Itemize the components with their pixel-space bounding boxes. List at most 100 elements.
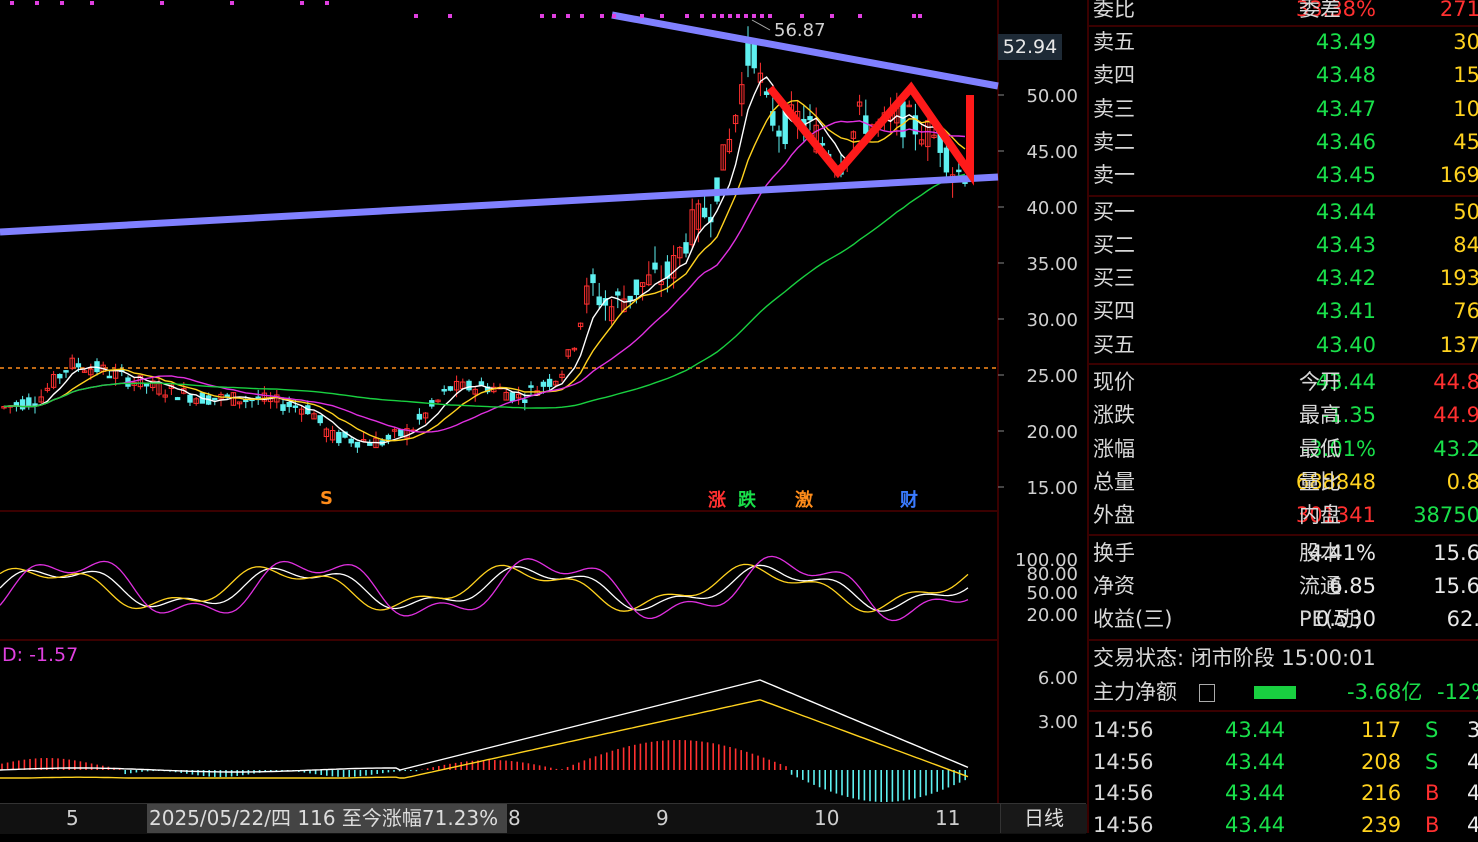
ask-level-row[interactable]: 卖四 43.48 15 xyxy=(1089,59,1478,92)
signal-dot xyxy=(752,14,756,18)
event-badge[interactable]: 涨 xyxy=(708,486,726,512)
event-badge[interactable]: 激 xyxy=(795,486,813,512)
stat-row-label: 涨幅 xyxy=(1093,436,1135,461)
main-flow-row[interactable]: 主力净额 -3.68亿 -12% xyxy=(1089,676,1478,709)
tick-price: 43.44 xyxy=(1225,749,1286,774)
tick-time: 14:56 xyxy=(1093,812,1154,837)
price-axis-label: 50.00 xyxy=(1026,86,1078,107)
macd-indicator xyxy=(0,679,969,802)
candle-body xyxy=(683,242,689,254)
tick-time: 14:56 xyxy=(1093,718,1154,743)
trade-status: 交易状态: 闭市阶段 15:00:01 xyxy=(1089,642,1478,675)
bid-volume: 84 xyxy=(1453,232,1478,257)
signal-dot xyxy=(912,14,916,18)
candle-body xyxy=(143,383,150,387)
bid-price: 43.40 xyxy=(1315,332,1376,357)
ask-volume: 169 xyxy=(1439,163,1478,188)
stat-row-label2: 内盘 xyxy=(1299,503,1341,528)
bid-level-row[interactable]: 买一 43.44 50 xyxy=(1089,196,1478,229)
signal-dot xyxy=(640,14,644,18)
signal-dot xyxy=(35,1,39,5)
candle-body xyxy=(701,207,708,218)
candle-body xyxy=(540,381,547,387)
price-axis-label: 45.00 xyxy=(1026,142,1078,163)
signal-dot xyxy=(160,1,164,5)
event-badge[interactable]: S xyxy=(320,488,333,509)
stat-row-value2: 38750 xyxy=(1413,503,1478,528)
price-axis-label: 20.00 xyxy=(1026,422,1078,443)
bid-label: 买一 xyxy=(1093,199,1135,224)
candle-body xyxy=(466,380,472,391)
tick-count: 3 xyxy=(1467,718,1478,743)
bid-label: 买二 xyxy=(1093,232,1135,257)
fundamental-row-label: 收益(三) xyxy=(1093,607,1173,632)
kdj-axis: 100.0080.0050.0020.00 xyxy=(1015,550,1078,626)
time-tick: 9 xyxy=(656,806,669,830)
bid-level-row[interactable]: 买二 43.43 84 xyxy=(1089,229,1478,262)
ask-price: 43.45 xyxy=(1315,163,1376,188)
fundamental-row-label2: PE(动) xyxy=(1299,607,1363,632)
candle-body xyxy=(75,363,82,368)
candle-body xyxy=(745,41,751,66)
period-selector[interactable]: 日线 xyxy=(1000,804,1087,833)
list-icon[interactable] xyxy=(1199,684,1215,703)
tick-volume: 208 xyxy=(1361,749,1402,774)
event-badge[interactable]: 财 xyxy=(900,486,918,512)
tick-time: 14:56 xyxy=(1093,781,1154,806)
bid-label: 买五 xyxy=(1093,332,1135,357)
tick-count: 4 xyxy=(1467,749,1478,774)
candle-body xyxy=(528,385,534,388)
ask-level-row[interactable]: 卖二 43.46 45 xyxy=(1089,126,1478,159)
stat-row-value2: 0.8 xyxy=(1446,469,1478,494)
price-axis: 50.00 45.00 40.00 35.00 30.00 25.00 20.00 15.00 xyxy=(998,86,1078,499)
tick-time: 14:56 xyxy=(1093,749,1154,774)
candle-body xyxy=(807,116,813,121)
stat-row: 总量 688848 量比 0.8 xyxy=(1089,466,1478,499)
kline-chart[interactable]: 56.87 50.00 45.00 40.00 35.00 30.00 25.00 20.0… xyxy=(0,0,1087,834)
tick-side: S xyxy=(1425,718,1439,743)
fundamental-row: 净资 6.85 流通 15.6 xyxy=(1089,570,1478,603)
tick-volume: 216 xyxy=(1361,781,1402,806)
candle-body xyxy=(348,438,354,444)
candle-body xyxy=(596,296,602,306)
kline-chart-canvas[interactable]: 56.87 50.00 45.00 40.00 35.00 30.00 25.00 20.0… xyxy=(0,0,1086,833)
ask-label: 卖三 xyxy=(1093,96,1135,121)
stat-row-label: 涨跌 xyxy=(1093,403,1135,428)
ask-level-row[interactable]: 卖一 43.45 169 xyxy=(1089,159,1478,192)
bid-volume: 193 xyxy=(1439,266,1478,291)
fundamental-row-label2: 股本 xyxy=(1299,540,1341,565)
ask-label: 卖二 xyxy=(1093,129,1135,154)
fundamental-row-value2: 62. xyxy=(1446,607,1478,632)
candle-body xyxy=(317,415,323,424)
tick-side: S xyxy=(1425,749,1439,774)
stat-row: 现价 43.44 今开 44.8 xyxy=(1089,366,1478,399)
ask-price: 43.46 xyxy=(1315,129,1376,154)
macd-dif-line xyxy=(0,679,969,773)
fundamental-row-label: 净资 xyxy=(1093,573,1135,598)
time-tick: 10 xyxy=(814,806,840,830)
bid-level-row[interactable]: 买三 43.42 193 xyxy=(1089,262,1478,295)
ask-level-row[interactable]: 卖三 43.47 10 xyxy=(1089,93,1478,126)
ask-level-row[interactable]: 卖五 43.49 30 xyxy=(1089,26,1478,59)
bid-volume: 76 xyxy=(1453,299,1478,324)
kdj-axis-label: 50.00 xyxy=(1026,583,1078,604)
candle-body xyxy=(224,394,230,398)
bid-price: 43.44 xyxy=(1315,199,1376,224)
fundamental-row: 换手 4.41% 股本 15.6 xyxy=(1089,537,1478,570)
candle-body xyxy=(106,375,113,379)
stat-row-value2: 43.2 xyxy=(1433,436,1478,461)
ask-label: 卖五 xyxy=(1093,30,1135,54)
signal-dot xyxy=(660,14,664,18)
bid-level-row[interactable]: 买五 43.40 137 xyxy=(1089,329,1478,362)
flow-bar xyxy=(1254,686,1296,700)
tick-price: 43.44 xyxy=(1225,812,1286,837)
bid-level-row[interactable]: 买四 43.41 76 xyxy=(1089,295,1478,328)
fundamental-row-value2: 15.6 xyxy=(1433,540,1478,565)
candle-body xyxy=(187,394,193,403)
candle-body xyxy=(19,399,26,410)
stat-row-label2: 今开 xyxy=(1299,370,1341,394)
time-tick: 11 xyxy=(935,806,961,830)
event-badge[interactable]: 跌 xyxy=(738,486,756,512)
kdj-axis-label: 80.00 xyxy=(1026,564,1078,585)
main-flow-label: 主力净额 xyxy=(1093,680,1177,705)
